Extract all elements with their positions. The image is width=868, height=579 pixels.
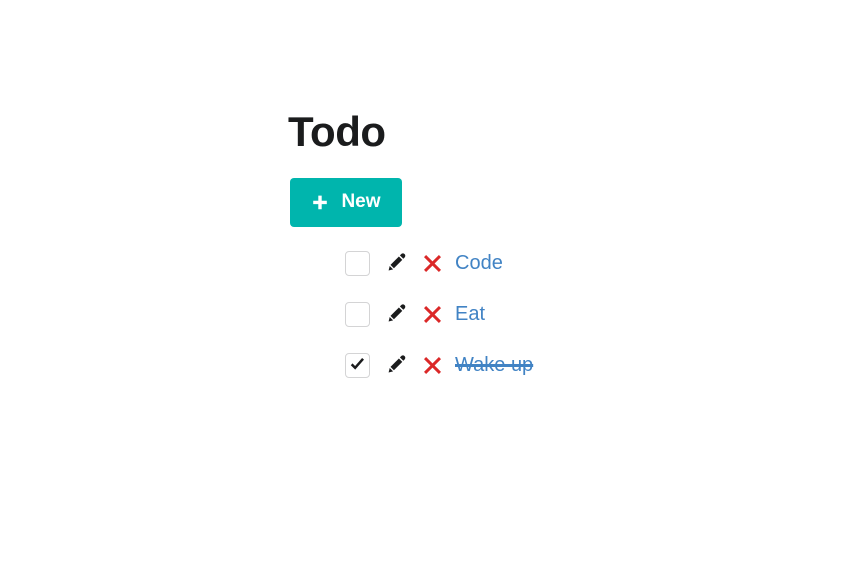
todo-list: Code Eat Wake up (345, 246, 533, 382)
delete-todo-wake-up-button[interactable] (423, 356, 442, 375)
plus-icon (311, 194, 329, 212)
todo-item: Wake up (345, 348, 533, 382)
new-todo-button[interactable]: New (290, 178, 402, 227)
todo-item: Eat (345, 297, 533, 331)
todo-item: Code (345, 246, 533, 280)
edit-todo-eat-button[interactable] (386, 303, 408, 325)
edit-todo-code-button[interactable] (386, 252, 408, 274)
todo-item-label[interactable]: Code (455, 251, 503, 275)
edit-todo-wake-up-button[interactable] (386, 354, 408, 376)
page-title: Todo (288, 108, 386, 155)
todo-item-label[interactable]: Eat (455, 302, 485, 326)
todo-item-label[interactable]: Wake up (455, 353, 533, 377)
todo-checkbox-eat[interactable] (345, 301, 370, 327)
delete-todo-code-button[interactable] (423, 254, 442, 273)
todo-checkbox-wake-up[interactable] (345, 352, 370, 378)
todo-checkbox-code[interactable] (345, 250, 370, 276)
delete-todo-eat-button[interactable] (423, 305, 442, 324)
new-todo-button-label: New (341, 190, 381, 212)
todo-app: Todo New Code Eat Wake up (0, 0, 868, 579)
